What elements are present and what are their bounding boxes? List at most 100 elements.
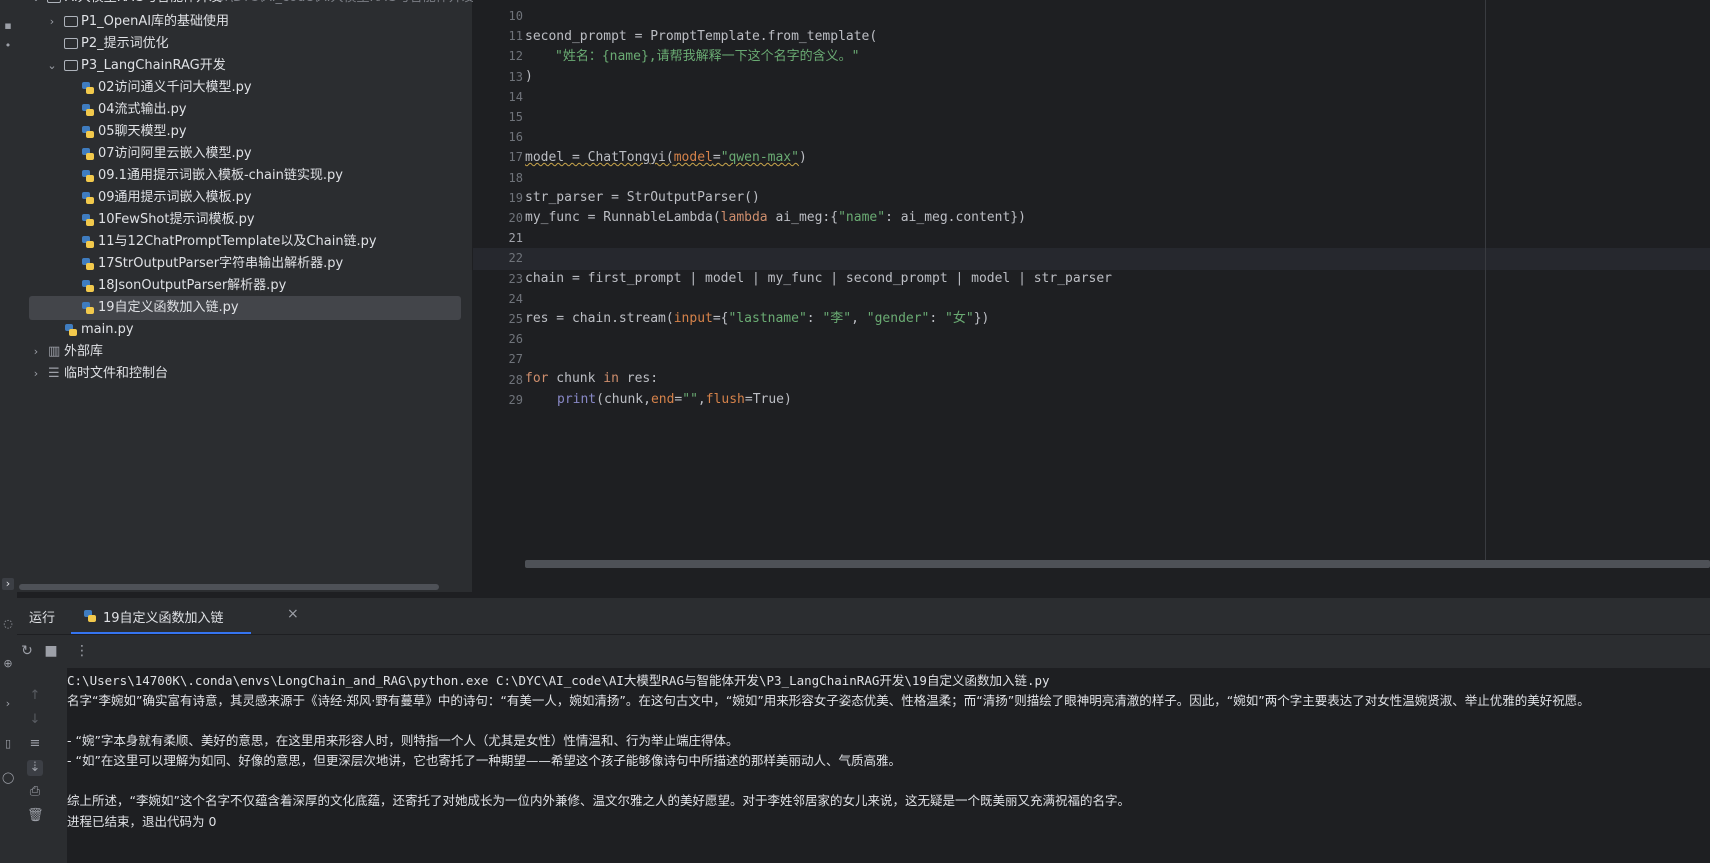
console-line: C:\Users\14700K\.conda\envs\LongChain_an… — [67, 673, 1050, 688]
file-label: 10FewShot提示词模板.py — [98, 212, 255, 227]
python-file-icon — [65, 324, 77, 336]
code-line-29: print(chunk,end="",flush=True) — [557, 392, 792, 407]
console-line: 综上所述，“李婉如”这个名字不仅蕴含着深厚的文化底蕴，还寄托了对她成长为一位内外… — [67, 793, 1130, 808]
tool-icon[interactable]: • — [2, 40, 14, 52]
python-file-icon — [84, 610, 96, 622]
close-icon[interactable]: × — [287, 606, 299, 622]
line-number: 14 — [508, 89, 523, 104]
rerun-icon[interactable]: ↻ — [19, 643, 35, 659]
file-label: 09.1通用提示词嵌入模板-chain链实现.py — [98, 168, 343, 183]
console-output[interactable]: C:\Users\14700K\.conda\envs\LongChain_an… — [67, 668, 1710, 863]
python-file-icon — [82, 170, 94, 182]
python-file-icon — [82, 280, 94, 292]
line-number: 11 — [508, 29, 523, 44]
file-label: 09通用提示词嵌入模板.py — [98, 190, 252, 205]
root-path: C:\DYC\AI_code\AI大模型RAG与智能体开发 — [215, 0, 475, 10]
console-line: 进程已结束，退出代码为 0 — [67, 814, 217, 829]
console-line: 名字“李婉如”确实富有诗意，其灵感来源于《诗经·郑风·野有蔓草》中的诗句：“有美… — [67, 693, 1590, 708]
chevron-right-icon[interactable]: › — [31, 340, 41, 364]
scratches-icon: ☰ — [48, 366, 60, 381]
tree-horizontal-scrollbar[interactable] — [19, 584, 439, 590]
python-file-icon — [82, 258, 94, 270]
folder-icon — [64, 60, 78, 71]
line-number: 19 — [508, 190, 523, 205]
code-line-23: chain = first_prompt | model | my_func |… — [525, 271, 1112, 286]
debug-tool-icon[interactable]: ◌ — [2, 618, 14, 630]
code-line-19: str_parser = StrOutputParser() — [525, 190, 760, 205]
problems-icon[interactable]: ▯ — [2, 738, 14, 750]
run-panel: 运行 19自定义函数加入链 × ↻ ■ ⋮ ↑ ↓ ≡ ⇣ ⎙ 🗑 C:\Use… — [17, 598, 1710, 863]
line-number: 17 — [508, 150, 523, 165]
scroll-to-end-icon[interactable]: ⇣ — [27, 760, 43, 776]
python-console-icon[interactable]: ⊕ — [2, 658, 14, 670]
python-file-icon — [82, 236, 94, 248]
git-icon[interactable]: ◯ — [2, 772, 14, 784]
line-number: 29 — [508, 392, 523, 407]
code-line-20: my_func = RunnableLambda(lambda ai_meg:{… — [525, 210, 1026, 225]
file-label: 07访问阿里云嵌入模型.py — [98, 146, 252, 161]
file-label: 04流式输出.py — [98, 102, 187, 117]
folder-label: P2_提示词优化 — [81, 36, 169, 51]
run-panel-title: 运行 — [29, 611, 56, 626]
file-label: 05聊天模型.py — [98, 124, 187, 139]
library-icon: ▥ — [48, 344, 61, 359]
tree-file-item[interactable]: 19自定义函数加入链.py — [29, 296, 461, 320]
file-label: 02访问通义千问大模型.py — [98, 80, 252, 95]
line-number: 10 — [508, 9, 523, 23]
run-toolbar: ↻ ■ ⋮ — [17, 635, 1710, 667]
console-line: - “婉”字本身就有柔顺、美好的意思，在这里用来形容人时，则特指一个人（尤其是女… — [67, 733, 739, 748]
folder-label: P3_LangChainRAG开发 — [81, 58, 226, 73]
code-line-28: for chunk in res: — [525, 371, 659, 386]
code-line-12: "姓名：{name},请帮我解释一下这个名字的含义。" — [555, 49, 860, 64]
stop-icon[interactable]: ■ — [43, 643, 59, 659]
editor-horizontal-scrollbar[interactable] — [525, 560, 1710, 568]
right-margin-guide — [1485, 0, 1486, 560]
chevron-right-icon[interactable]: › — [47, 10, 57, 34]
line-number-gutter: 10 11 12 13 14 15 16 17 18 19 20 21 22 23 24 25 26 27 28 29 — [473, 0, 523, 560]
root-label: AI大模型RAG与智能体开发 — [65, 0, 222, 10]
console-line: - “如”在这里可以理解为如同、好像的意思，但更深层次地讲，它也寄托了一种期望—… — [67, 753, 901, 768]
print-icon[interactable]: ⎙ — [27, 784, 43, 800]
tree-label: 临时文件和控制台 — [64, 366, 169, 381]
trash-icon[interactable]: 🗑 — [27, 808, 44, 824]
code-line-17: model = ChatTongyi(model="qwen-max") — [525, 150, 807, 165]
line-number: 24 — [508, 291, 523, 306]
left-tool-strip: ▪ • › ◌ ⊕ › ▯ ◯ — [0, 0, 18, 863]
line-number: 16 — [508, 130, 523, 145]
line-number: 25 — [508, 312, 523, 326]
project-panel: ⌄ AI大模型RAG与智能体开发 C:\DYC\AI_code\AI大模型RAG… — [17, 0, 475, 592]
code-editor[interactable]: 10 11 12 13 14 15 16 17 18 19 20 21 22 23 24 25 26 27 28 29… — [473, 0, 1710, 592]
folder-icon — [64, 38, 78, 49]
line-number: 20 — [508, 211, 523, 225]
line-number: 22 — [508, 251, 523, 266]
file-label: 19自定义函数加入链.py — [98, 300, 239, 315]
chevron-down-icon[interactable]: ⌄ — [47, 54, 57, 78]
run-tool-icon[interactable]: › — [2, 578, 14, 590]
python-file-icon — [82, 302, 94, 314]
scroll-up-icon[interactable]: ↑ — [27, 688, 43, 704]
line-number: 23 — [508, 271, 523, 286]
line-number: 12 — [508, 49, 523, 64]
folder-label: P1_OpenAI库的基础使用 — [81, 14, 230, 29]
run-tab-bar: 运行 19自定义函数加入链 × — [17, 598, 1710, 635]
scroll-down-icon[interactable]: ↓ — [27, 712, 43, 728]
current-line-highlight — [473, 248, 1710, 270]
line-number: 13 — [508, 69, 523, 84]
file-label: 17StrOutputParser字符串输出解析器.py — [98, 256, 344, 271]
terminal-icon[interactable]: › — [2, 698, 14, 710]
code-line-11: second_prompt = PromptTemplate.from_temp… — [525, 29, 878, 44]
run-tab[interactable]: 19自定义函数加入链 × — [71, 598, 299, 634]
python-file-icon — [82, 126, 94, 138]
soft-wrap-icon[interactable]: ≡ — [27, 736, 43, 752]
line-number: 21 — [508, 231, 523, 246]
project-tool-icon[interactable]: ▪ — [2, 20, 14, 32]
file-label: 18JsonOutputParser解析器.py — [98, 278, 287, 293]
code-line-25: res = chain.stream(input={"lastname": "李… — [525, 311, 990, 326]
chevron-right-icon[interactable]: › — [31, 362, 41, 386]
python-file-icon — [82, 82, 94, 94]
line-number: 18 — [508, 170, 523, 185]
line-number: 28 — [508, 372, 523, 387]
python-file-icon — [82, 214, 94, 226]
python-file-icon — [82, 104, 94, 116]
more-options-icon[interactable]: ⋮ — [74, 643, 90, 659]
